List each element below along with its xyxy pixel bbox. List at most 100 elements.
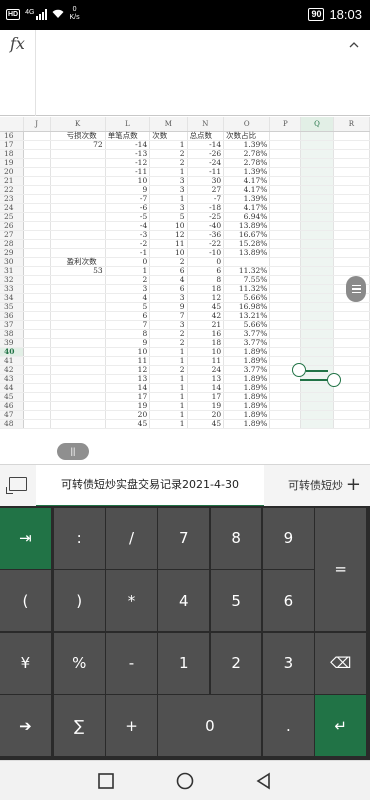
cell-r[interactable] bbox=[333, 158, 370, 168]
cell-m[interactable]: 2 bbox=[149, 149, 188, 159]
cell-m[interactable]: 11 bbox=[149, 239, 188, 249]
cell-l[interactable]: 19 bbox=[105, 401, 151, 411]
cell-k[interactable] bbox=[50, 275, 106, 285]
cell-j[interactable] bbox=[23, 311, 51, 321]
digit-9-key[interactable]: 9 bbox=[263, 507, 314, 569]
cell-n[interactable]: 18 bbox=[187, 284, 225, 294]
cell-j[interactable] bbox=[23, 383, 51, 393]
fx-icon[interactable]: fx bbox=[10, 34, 25, 53]
cell-r[interactable] bbox=[333, 248, 370, 258]
cell-o[interactable]: 15.28% bbox=[223, 239, 271, 249]
cell-n[interactable]: 6 bbox=[187, 266, 225, 276]
cell-q[interactable] bbox=[300, 203, 334, 213]
cell-j[interactable] bbox=[23, 266, 51, 276]
cell-q[interactable] bbox=[300, 293, 334, 303]
cell-p[interactable] bbox=[269, 419, 302, 429]
cell-p[interactable] bbox=[269, 194, 302, 204]
cell-j[interactable] bbox=[23, 419, 51, 429]
cell-l[interactable]: 12 bbox=[105, 365, 151, 375]
multiply-key[interactable]: * bbox=[106, 570, 157, 631]
cell-l[interactable]: 13 bbox=[105, 374, 151, 384]
cell-k[interactable] bbox=[50, 338, 106, 348]
cell-p[interactable] bbox=[269, 203, 302, 213]
formula-bar[interactable]: fx bbox=[0, 30, 370, 116]
cell-l[interactable]: 11 bbox=[105, 356, 151, 366]
yen-key[interactable]: ¥ bbox=[0, 632, 51, 694]
cell-o[interactable]: 1.89% bbox=[223, 419, 271, 429]
cell-n[interactable]: 19 bbox=[187, 401, 225, 411]
cell-k[interactable] bbox=[50, 329, 106, 339]
cell-k[interactable] bbox=[50, 311, 106, 321]
cell-j[interactable] bbox=[23, 410, 51, 420]
tab-key[interactable]: ⇥ bbox=[0, 507, 51, 569]
cell-o[interactable]: 次数占比 bbox=[223, 131, 271, 141]
percent-key[interactable]: % bbox=[53, 632, 105, 694]
cell-q[interactable] bbox=[300, 338, 334, 348]
cell-n[interactable]: 27 bbox=[187, 185, 225, 195]
cell-k[interactable] bbox=[50, 248, 106, 258]
cell-k[interactable] bbox=[50, 293, 106, 303]
cell-n[interactable]: 30 bbox=[187, 176, 225, 186]
cell-o[interactable]: 2.78% bbox=[223, 158, 271, 168]
row-header[interactable]: 20 bbox=[0, 167, 24, 177]
digit-5-key[interactable]: 5 bbox=[210, 570, 262, 631]
cell-l[interactable]: 20 bbox=[105, 410, 151, 420]
cell-o[interactable]: 13.89% bbox=[223, 248, 271, 258]
cell-q[interactable] bbox=[300, 230, 334, 240]
cell-q[interactable] bbox=[300, 149, 334, 159]
cell-n[interactable]: 16 bbox=[187, 329, 225, 339]
cell-p[interactable] bbox=[269, 347, 302, 357]
cell-p[interactable] bbox=[269, 239, 302, 249]
row-header[interactable]: 44 bbox=[0, 383, 24, 393]
cell-l[interactable]: 5 bbox=[105, 302, 151, 312]
cell-k[interactable] bbox=[50, 284, 106, 294]
cell-r[interactable] bbox=[333, 302, 370, 312]
cell-q[interactable] bbox=[300, 167, 334, 177]
cell-m[interactable]: 1 bbox=[149, 347, 188, 357]
cell-q[interactable] bbox=[300, 401, 334, 411]
cell-m[interactable]: 次数 bbox=[149, 131, 188, 141]
cell-j[interactable] bbox=[23, 131, 51, 141]
cell-q[interactable] bbox=[300, 158, 334, 168]
cell-o[interactable]: 1.89% bbox=[223, 401, 271, 411]
cell-k[interactable] bbox=[50, 392, 106, 402]
cell-n[interactable]: 45 bbox=[187, 302, 225, 312]
cell-m[interactable]: 3 bbox=[149, 176, 188, 186]
cell-n[interactable]: 21 bbox=[187, 320, 225, 330]
cell-k[interactable] bbox=[50, 383, 106, 393]
cell-r[interactable] bbox=[333, 257, 370, 267]
cell-j[interactable] bbox=[23, 194, 51, 204]
cell-o[interactable]: 1.89% bbox=[223, 383, 271, 393]
cell-m[interactable]: 1 bbox=[149, 392, 188, 402]
plus-key[interactable]: + bbox=[106, 695, 157, 756]
cell-r[interactable] bbox=[333, 320, 370, 330]
cell-l[interactable]: 9 bbox=[105, 185, 151, 195]
row-header[interactable]: 19 bbox=[0, 158, 24, 168]
row-header[interactable]: 40 bbox=[0, 347, 24, 357]
spreadsheet-grid[interactable]: J K L M N O P Q R 16 亏损次数 单笔点数 次数 总点数 次数占比 17 72 -14 1 -14 1… bbox=[0, 117, 370, 462]
digit-7-key[interactable]: 7 bbox=[158, 507, 210, 569]
cell-n[interactable]: 总点数 bbox=[187, 131, 225, 141]
cell-m[interactable]: 1 bbox=[149, 374, 188, 384]
cell-n[interactable]: 0 bbox=[187, 257, 225, 267]
cell-q[interactable] bbox=[300, 329, 334, 339]
digit-3-key[interactable]: 3 bbox=[263, 632, 314, 694]
cell-l[interactable]: -3 bbox=[105, 230, 151, 240]
cell-j[interactable] bbox=[23, 221, 51, 231]
row-header[interactable]: 31 bbox=[0, 266, 24, 276]
cell-j[interactable] bbox=[23, 320, 51, 330]
cell-m[interactable]: 10 bbox=[149, 221, 188, 231]
divide-key[interactable]: / bbox=[106, 507, 157, 569]
cell-p[interactable] bbox=[269, 383, 302, 393]
cell-j[interactable] bbox=[23, 176, 51, 186]
row-header[interactable]: 34 bbox=[0, 293, 24, 303]
cell-l[interactable]: 45 bbox=[105, 419, 151, 429]
cell-r[interactable] bbox=[333, 239, 370, 249]
column-header-r[interactable]: R bbox=[333, 117, 370, 132]
sheet-tab-active[interactable]: 可转债短炒实盘交易记录2021-4-30 bbox=[36, 465, 264, 507]
cell-k[interactable] bbox=[50, 230, 106, 240]
cell-l[interactable]: 10 bbox=[105, 176, 151, 186]
cell-l[interactable]: -6 bbox=[105, 203, 151, 213]
cell-j[interactable] bbox=[23, 329, 51, 339]
circle-icon[interactable] bbox=[176, 772, 194, 790]
